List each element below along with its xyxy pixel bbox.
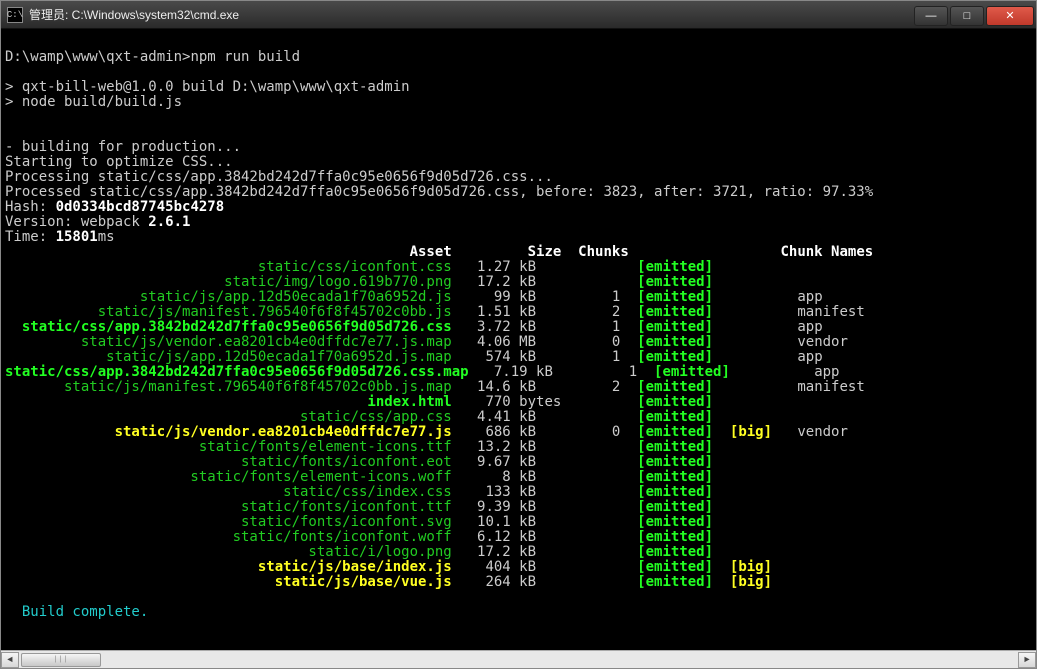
table-row: static/i/logo.png 17.2 kB [emitted] xyxy=(5,545,1032,560)
version-value: 2.6.1 xyxy=(148,214,190,230)
scroll-right-arrow[interactable]: ► xyxy=(1018,652,1036,668)
time-value: 15801 xyxy=(56,229,98,245)
window-controls: — □ ✕ xyxy=(914,4,1036,26)
hash-value: 0d0334bcd87745bc4278 xyxy=(56,199,225,215)
scroll-left-arrow[interactable]: ◄ xyxy=(1,652,19,668)
build-complete-text: Build complete. xyxy=(22,604,148,620)
minimize-button[interactable]: — xyxy=(914,6,948,26)
table-row: static/fonts/iconfont.woff 6.12 kB [emit… xyxy=(5,530,1032,545)
prompt-command: npm run build xyxy=(190,49,300,65)
asset-table: Asset Size Chunks Chunk Names static/css… xyxy=(5,245,1032,590)
table-row: static/fonts/iconfont.eot 9.67 kB [emitt… xyxy=(5,455,1032,470)
table-row: static/css/app.3842bd242d7ffa0c95e0656f9… xyxy=(5,320,1032,335)
table-row: index.html 770 bytes [emitted] xyxy=(5,395,1032,410)
header-line: > node build/build.js xyxy=(5,95,1032,110)
scroll-thumb[interactable]: ||| xyxy=(21,653,101,667)
processing-line: Processing static/css/app.3842bd242d7ffa… xyxy=(5,170,1032,185)
table-row: static/fonts/element-icons.woff 8 kB [em… xyxy=(5,470,1032,485)
starting-line: Starting to optimize CSS... xyxy=(5,155,1032,170)
table-row: static/css/iconfont.css 1.27 kB [emitted… xyxy=(5,260,1032,275)
titlebar[interactable]: C:\ 管理员: C:\Windows\system32\cmd.exe — □… xyxy=(1,1,1036,29)
table-row: static/img/logo.619b770.png 17.2 kB [emi… xyxy=(5,275,1032,290)
table-row: static/css/index.css 133 kB [emitted] xyxy=(5,485,1032,500)
build-complete xyxy=(5,604,22,620)
table-row: static/fonts/iconfont.ttf 9.39 kB [emitt… xyxy=(5,500,1032,515)
close-button[interactable]: ✕ xyxy=(986,6,1034,26)
table-row: static/js/vendor.ea8201cb4e0dffdc7e77.js… xyxy=(5,425,1032,440)
processed-line: Processed static/css/app.3842bd242d7ffa0… xyxy=(5,185,1032,200)
app-icon: C:\ xyxy=(7,7,23,23)
building-line: - building for production... xyxy=(5,140,1032,155)
table-row: static/js/base/index.js 404 kB [emitted]… xyxy=(5,560,1032,575)
scroll-track[interactable]: ||| xyxy=(19,652,1018,668)
table-row: static/js/app.12d50ecada1f70a6952d.js.ma… xyxy=(5,350,1032,365)
hash-label: Hash: xyxy=(5,199,56,215)
window-title: 管理员: C:\Windows\system32\cmd.exe xyxy=(29,6,914,23)
table-row: static/js/manifest.796540f6f8f45702c0bb.… xyxy=(5,380,1032,395)
header-line: > qxt-bill-web@1.0.0 build D:\wamp\www\q… xyxy=(5,80,1032,95)
maximize-button[interactable]: □ xyxy=(950,6,984,26)
table-row: static/css/app.css 4.41 kB [emitted] xyxy=(5,410,1032,425)
time-unit: ms xyxy=(98,229,115,245)
prompt-path: D:\wamp\www\qxt-admin> xyxy=(5,49,190,65)
version-label: Version: webpack xyxy=(5,214,148,230)
table-row: static/js/app.12d50ecada1f70a6952d.js 99… xyxy=(5,290,1032,305)
cmd-window: C:\ 管理员: C:\Windows\system32\cmd.exe — □… xyxy=(0,0,1037,669)
terminal-output[interactable]: D:\wamp\www\qxt-admin>npm run build > qx… xyxy=(1,29,1036,650)
horizontal-scrollbar[interactable]: ◄ ||| ► xyxy=(1,650,1036,668)
table-row: static/fonts/iconfont.svg 10.1 kB [emitt… xyxy=(5,515,1032,530)
table-row: static/js/manifest.796540f6f8f45702c0bb.… xyxy=(5,305,1032,320)
table-row: static/fonts/element-icons.ttf 13.2 kB [… xyxy=(5,440,1032,455)
time-label: Time: xyxy=(5,229,56,245)
table-row: static/js/base/vue.js 264 kB [emitted] [… xyxy=(5,575,1032,590)
table-row: static/js/vendor.ea8201cb4e0dffdc7e77.js… xyxy=(5,335,1032,350)
table-row: static/css/app.3842bd242d7ffa0c95e0656f9… xyxy=(5,365,1032,380)
